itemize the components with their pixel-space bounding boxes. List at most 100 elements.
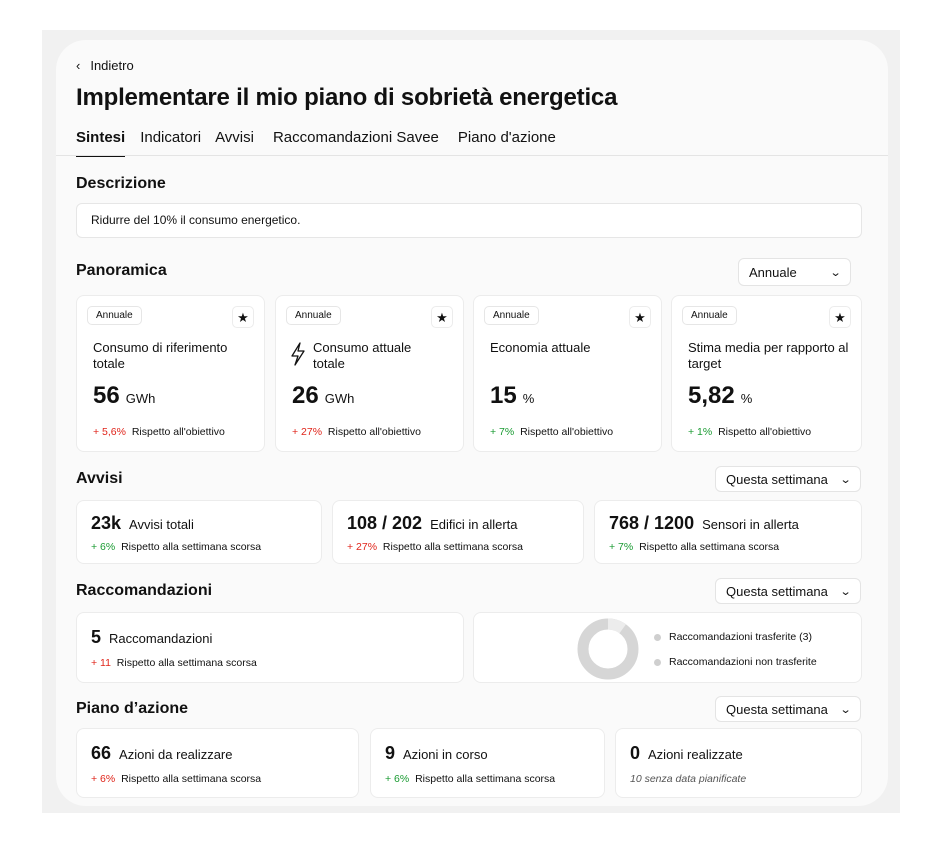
action-card-to-do: 66 Azioni da realizzare + 6% Rispetto all… bbox=[76, 728, 359, 798]
legend-label: Raccomandazioni trasferite (3) bbox=[669, 631, 812, 643]
card-value: 23k bbox=[91, 513, 122, 533]
alerts-heading: Avvisi bbox=[76, 470, 123, 487]
action-plan-period-select[interactable]: Questa settimana ⌄ bbox=[715, 696, 861, 722]
card-value: 5,82 bbox=[688, 382, 735, 409]
delta-note: Rispetto all'obiettivo bbox=[131, 426, 225, 438]
star-icon[interactable]: ★ bbox=[431, 306, 453, 328]
card-value: 5 bbox=[91, 627, 102, 647]
delta-note: Rispetto all'obiettivo bbox=[520, 426, 614, 438]
chevron-down-icon: ⌄ bbox=[839, 585, 852, 598]
tab-indicatori[interactable]: Indicatori bbox=[140, 129, 201, 157]
period-badge: Annuale bbox=[682, 306, 737, 325]
delta-note: Rispetto alla settimana scorsa bbox=[639, 541, 780, 553]
recommendations-donut-card: Raccomandazioni trasferite (3) Raccomand… bbox=[473, 612, 862, 683]
card-label: Consumo di riferimento totale bbox=[93, 340, 228, 371]
alerts-card-buildings: 108 / 202 Edifici in allerta + 27% Rispet… bbox=[332, 500, 584, 564]
overview-card-target-estimate: Annuale ★ Stima media per rapporto al ta… bbox=[671, 295, 862, 452]
delta-note: Rispetto alla settimana scorsa bbox=[382, 541, 523, 553]
recommendations-period-select[interactable]: Questa settimana ⌄ bbox=[715, 578, 861, 604]
card-delta: + 1% Rispetto all'obiettivo bbox=[688, 426, 811, 438]
delta-note: Rispetto alla settimana scorsa bbox=[121, 541, 262, 553]
period-badge: Annuale bbox=[484, 306, 539, 325]
alerts-card-total: 23k Avvisi totali + 6% Rispetto alla sett… bbox=[76, 500, 322, 564]
delta-value: + 6% bbox=[385, 773, 410, 785]
main-panel: ‹ Indietro Implementare il mio piano di … bbox=[56, 40, 888, 806]
recommendations-heading: Raccomandazioni bbox=[76, 582, 213, 599]
overview-card-current-consumption: Annuale ★ Consumo attuale totale 26 GWh … bbox=[275, 295, 464, 452]
lightning-icon bbox=[291, 342, 305, 366]
tab-piano-azione[interactable]: Piano d'azione bbox=[458, 129, 556, 157]
back-link[interactable]: ‹ Indietro bbox=[76, 58, 134, 73]
alerts-period-value: Questa settimana bbox=[726, 471, 828, 487]
chevron-down-icon: ⌄ bbox=[839, 703, 852, 716]
delta-note: Rispetto alla settimana scorsa bbox=[121, 773, 262, 785]
delta-note: Rispetto alla settimana scorsa bbox=[116, 657, 257, 669]
donut-track bbox=[577, 618, 639, 680]
tab-raccomandazioni-savee[interactable]: Raccomandazioni Savee bbox=[273, 129, 439, 157]
overview-period-select[interactable]: Annuale ⌄ bbox=[738, 258, 851, 286]
delta-value: + 27% bbox=[292, 426, 323, 438]
card-label: Azioni da realizzare bbox=[119, 747, 233, 762]
action-card-completed: 0 Azioni realizzate 10 senza data pianifi… bbox=[615, 728, 862, 798]
overview-period-value: Annuale bbox=[749, 264, 797, 280]
card-value: 0 bbox=[630, 743, 641, 763]
card-label: Sensori in allerta bbox=[702, 517, 799, 532]
card-value-group: 56 GWh bbox=[93, 382, 155, 410]
card-label: Stima media per rapporto al target bbox=[688, 340, 849, 371]
star-icon[interactable]: ★ bbox=[829, 306, 851, 328]
card-label: Edifici in allerta bbox=[430, 517, 518, 532]
card-label: Azioni realizzate bbox=[648, 747, 743, 762]
tab-divider bbox=[56, 155, 888, 156]
legend-item-transferred: Raccomandazioni trasferite (3) bbox=[654, 631, 812, 643]
delta-value: + 11 bbox=[91, 657, 111, 669]
delta-value: + 1% bbox=[688, 426, 713, 438]
back-label: Indietro bbox=[90, 58, 134, 73]
legend-item-not-transferred: Raccomandazioni non trasferite bbox=[654, 656, 817, 668]
delta-value: + 7% bbox=[609, 541, 634, 553]
alerts-period-select[interactable]: Questa settimana ⌄ bbox=[715, 466, 861, 492]
card-unit: GWh bbox=[125, 391, 156, 406]
recommendations-count-card: 5 Raccomandazioni + 11 Rispetto alla sett… bbox=[76, 612, 464, 683]
delta-value: + 6% bbox=[91, 773, 116, 785]
card-value-group: 15 % bbox=[490, 382, 534, 410]
description-heading: Descrizione bbox=[76, 175, 166, 192]
card-value-group: 5,82 % bbox=[688, 382, 752, 410]
card-value: 9 bbox=[385, 743, 396, 763]
star-icon[interactable]: ★ bbox=[232, 306, 254, 328]
card-unit: GWh bbox=[324, 391, 355, 406]
card-label: Consumo attuale totale bbox=[313, 340, 412, 371]
period-badge: Annuale bbox=[286, 306, 341, 325]
card-unit: % bbox=[522, 391, 535, 406]
delta-value: + 5,6% bbox=[93, 426, 126, 438]
overview-card-current-savings: Annuale ★ Economia attuale 15 % + 7% Ris… bbox=[473, 295, 662, 452]
card-value: 768 / 1200 bbox=[609, 513, 695, 533]
donut-segment bbox=[607, 618, 626, 634]
delta-value: + 6% bbox=[91, 541, 116, 553]
action-card-in-progress: 9 Azioni in corso + 6% Rispetto alla sett… bbox=[370, 728, 605, 798]
page-title: Implementare il mio piano di sobrietà en… bbox=[76, 84, 618, 111]
chevron-down-icon: ⌄ bbox=[839, 473, 852, 486]
card-value: 26 bbox=[292, 382, 319, 409]
overview-card-reference-consumption: Annuale ★ Consumo di riferimento totale … bbox=[76, 295, 265, 452]
legend-label: Raccomandazioni non trasferite bbox=[669, 656, 817, 668]
recommendations-period-value: Questa settimana bbox=[726, 583, 828, 599]
card-unit: % bbox=[740, 391, 753, 406]
card-delta: + 27% Rispetto all'obiettivo bbox=[292, 426, 421, 438]
legend-dot bbox=[654, 633, 661, 641]
chevron-left-icon: ‹ bbox=[76, 58, 81, 73]
delta-note: Rispetto all'obiettivo bbox=[327, 426, 421, 438]
delta-note: Rispetto all'obiettivo bbox=[718, 426, 812, 438]
delta-note: Rispetto alla settimana scorsa bbox=[415, 773, 556, 785]
tab-avvisi[interactable]: Avvisi bbox=[215, 129, 254, 157]
card-label: Avvisi totali bbox=[129, 517, 194, 532]
card-value: 15 bbox=[490, 382, 517, 409]
unplanned-note: 10 senza data pianificate bbox=[630, 773, 747, 785]
chevron-down-icon: ⌄ bbox=[829, 266, 842, 279]
card-delta: + 7% Rispetto all'obiettivo bbox=[490, 426, 613, 438]
action-plan-heading: Piano d’azione bbox=[76, 700, 189, 717]
card-label: Economia attuale bbox=[490, 340, 591, 355]
legend-dot bbox=[654, 658, 661, 666]
tab-sintesi[interactable]: Sintesi bbox=[76, 129, 126, 157]
star-icon[interactable]: ★ bbox=[629, 306, 651, 328]
card-value: 56 bbox=[93, 382, 120, 409]
